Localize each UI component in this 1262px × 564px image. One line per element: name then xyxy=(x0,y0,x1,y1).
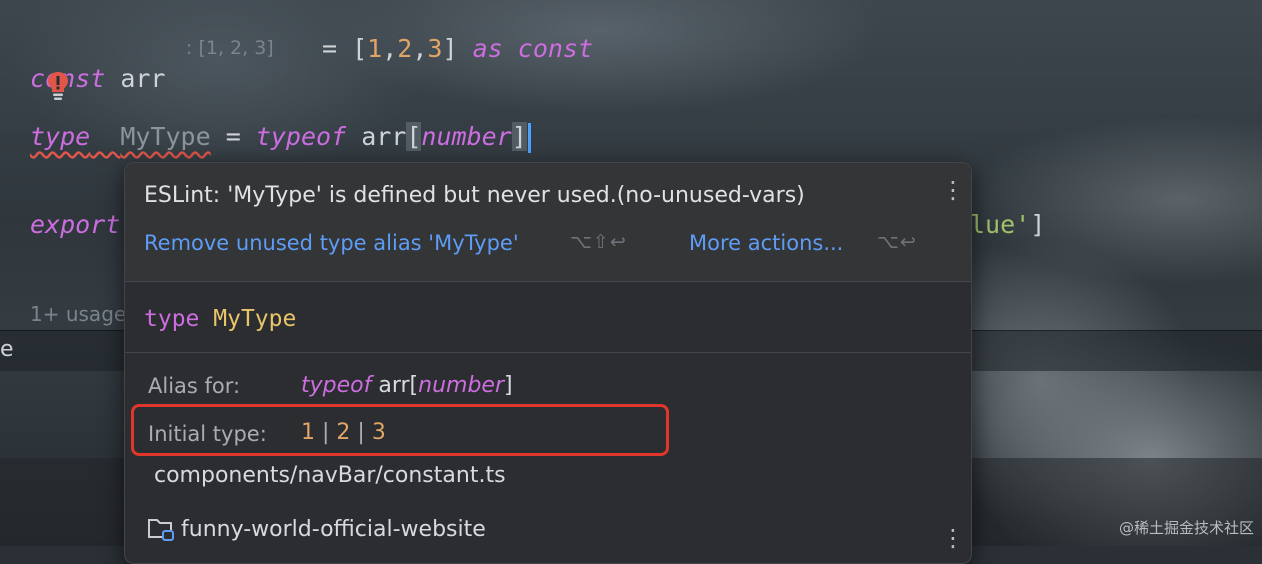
comma: , xyxy=(412,34,428,63)
problem-message: ESLint: 'MyType' is defined but never us… xyxy=(144,183,805,208)
decl-keyword: type xyxy=(144,306,200,332)
more-options-icon[interactable]: ⋮ xyxy=(941,178,965,202)
alias-typeof: typeof xyxy=(301,373,372,398)
code-line-3-tail[interactable]: lue'] xyxy=(970,210,1045,240)
bracket-close: ] xyxy=(442,34,458,63)
decl-name: MyType xyxy=(213,306,297,332)
alias-number: number xyxy=(418,373,505,398)
side-text-fragment: e xyxy=(0,337,14,362)
number-2: 2 xyxy=(397,34,413,63)
type-name-mytype: MyType xyxy=(120,122,211,151)
code-line-2[interactable]: type MyType = typeof arr[number] xyxy=(30,122,531,153)
comma: , xyxy=(382,34,398,63)
more-actions-link[interactable]: More actions... xyxy=(689,231,843,255)
folder-icon xyxy=(148,519,174,541)
number-1: 1 xyxy=(367,34,383,63)
inspection-popup: ESLint: 'MyType' is defined but never us… xyxy=(124,162,972,564)
alias-close: ] xyxy=(504,373,513,398)
code-line-3[interactable]: export xyxy=(30,210,120,240)
inlay-type-hint: : [1, 2, 3] xyxy=(186,37,274,59)
watermark: @稀土掘金技术社区 xyxy=(1118,519,1254,537)
type-declaration: type MyType xyxy=(144,306,296,332)
identifier-arr: arr xyxy=(120,64,166,93)
code-line-1-value[interactable]: = [1,2,3] as const xyxy=(322,34,593,64)
keyword-number: number xyxy=(421,122,512,151)
alias-value: typeof arr[number] xyxy=(301,373,513,398)
popup-divider xyxy=(125,352,971,353)
number-3: 3 xyxy=(427,34,443,63)
assign-open: = [ xyxy=(322,34,368,63)
alias-label: Alias for: xyxy=(148,374,241,398)
remove-unused-alias-action[interactable]: Remove unused type alias 'MyType' xyxy=(144,231,519,255)
more-actions-shortcut: ⌥↩ xyxy=(877,231,917,253)
keyword-export: export xyxy=(30,210,121,239)
file-path[interactable]: components/navBar/constant.ts xyxy=(154,463,506,488)
popup-problem-section: ESLint: 'MyType' is defined but never us… xyxy=(125,163,971,282)
keyword-typeof: typeof xyxy=(255,122,347,151)
keyword-as: as xyxy=(472,34,503,63)
string-fragment: lue' xyxy=(970,210,1031,239)
alias-arr: arr[ xyxy=(378,373,419,398)
text-caret xyxy=(527,123,531,153)
bracket-close: ] xyxy=(511,122,527,151)
highlight-annotation-box xyxy=(131,404,669,456)
more-options-icon[interactable]: ⋮ xyxy=(941,526,965,550)
error-bulb-icon[interactable] xyxy=(46,70,70,102)
keyword-const: const xyxy=(517,34,594,63)
identifier-arr: arr xyxy=(361,122,407,151)
project-name: funny-world-official-website xyxy=(181,517,486,542)
project-row[interactable]: funny-world-official-website xyxy=(147,515,486,542)
bracket-open: [ xyxy=(406,122,422,151)
remove-action-shortcut: ⌥⇧↩ xyxy=(570,231,627,253)
equals: = xyxy=(225,122,241,151)
keyword-type: type xyxy=(30,122,91,151)
bracket-close: ] xyxy=(1030,210,1046,239)
usages-hint[interactable]: 1+ usages xyxy=(30,302,137,326)
